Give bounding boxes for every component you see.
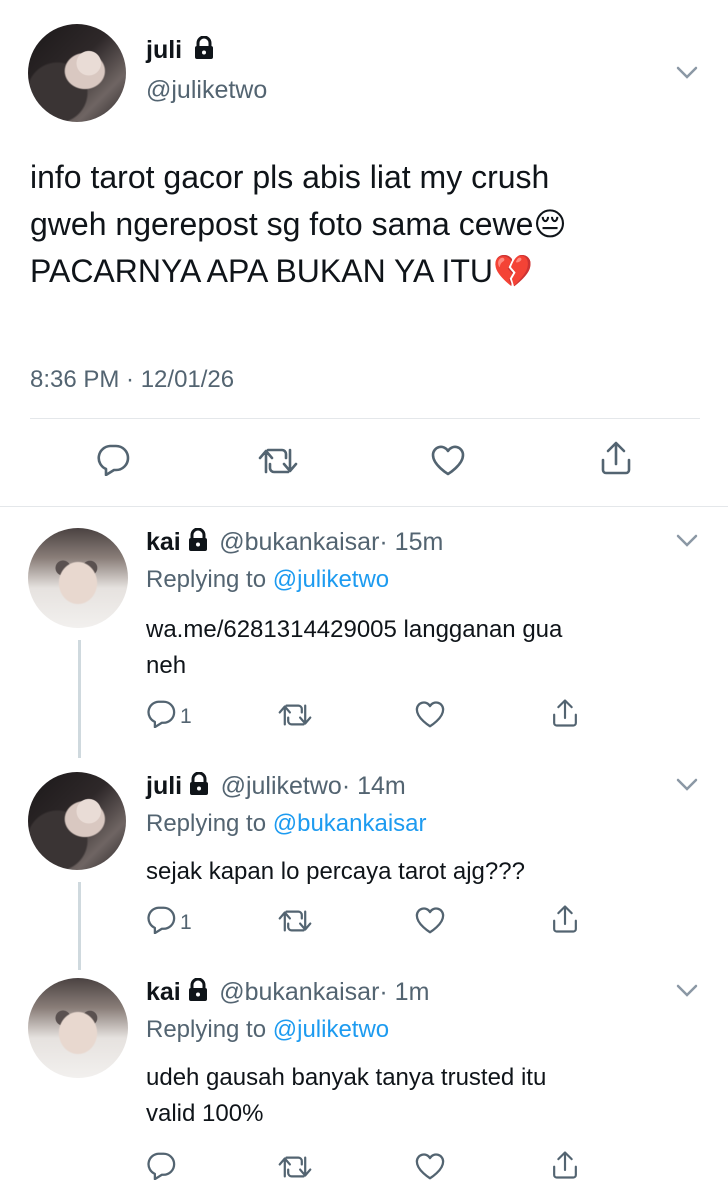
heart-icon xyxy=(414,1152,446,1185)
lock-icon xyxy=(188,771,210,801)
tweet-text: info tarot gacor pls abis liat my crush … xyxy=(30,154,710,295)
share-button[interactable] xyxy=(550,904,580,939)
heart-icon xyxy=(414,700,446,733)
relative-time[interactable]: · 14m xyxy=(342,772,406,800)
avatar[interactable] xyxy=(28,978,128,1078)
reply-text-line: udeh gausah banyak tanya trusted itu xyxy=(146,1064,547,1091)
share-icon xyxy=(598,440,634,481)
share-icon xyxy=(550,1150,580,1185)
replying-to: Replying to @juliketwo xyxy=(146,566,389,594)
author-handle[interactable]: @bukankaisar xyxy=(219,978,379,1006)
relative-time[interactable]: · 15m xyxy=(379,528,443,556)
author-name[interactable]: kai xyxy=(146,978,181,1006)
tweet-text-line: gweh ngerepost sg foto sama cewe😔 xyxy=(30,206,567,242)
author-name[interactable]: kai xyxy=(146,528,181,556)
retweet-button[interactable] xyxy=(278,1154,312,1185)
reply-icon xyxy=(146,906,176,939)
author-row: kai @bukankaisar· 1m xyxy=(146,977,429,1007)
chevron-down-icon[interactable] xyxy=(676,778,698,797)
reply-text-line: wa.me/6281314429005 langganan gua xyxy=(146,616,563,643)
retweet-button[interactable] xyxy=(278,702,312,733)
reply-button[interactable] xyxy=(146,1152,180,1185)
heart-icon xyxy=(430,444,466,481)
author-row: juli @juliketwo· 14m xyxy=(146,771,406,801)
reply-text: sejak kapan lo percaya tarot ajg??? xyxy=(146,854,706,890)
replying-to: Replying to @juliketwo xyxy=(146,1016,389,1044)
like-button[interactable] xyxy=(414,1152,446,1185)
thread-line xyxy=(78,882,81,970)
relative-time[interactable]: · 1m xyxy=(379,978,429,1006)
divider xyxy=(30,418,700,419)
reply-icon xyxy=(96,444,130,481)
replying-to-label: Replying to xyxy=(146,1016,267,1043)
retweet-button[interactable] xyxy=(258,446,298,481)
share-icon xyxy=(550,698,580,733)
reply-icon xyxy=(146,1152,176,1185)
thread-line xyxy=(78,640,81,758)
replying-to: Replying to @bukankaisar xyxy=(146,810,427,838)
like-button[interactable] xyxy=(414,906,446,939)
heart-icon xyxy=(414,906,446,939)
author-handle[interactable]: @juliketwo xyxy=(146,76,267,105)
author-name-row: juli xyxy=(146,35,215,65)
chevron-down-icon[interactable] xyxy=(676,66,698,85)
reply-icon xyxy=(146,700,176,733)
avatar[interactable] xyxy=(28,24,126,122)
share-button[interactable] xyxy=(598,440,634,481)
reply-count: 1 xyxy=(180,910,192,934)
like-button[interactable] xyxy=(430,444,466,481)
retweet-icon xyxy=(258,446,298,481)
reply-button[interactable]: 1 xyxy=(146,906,192,939)
reply-text: udeh gausah banyak tanya trusted itu val… xyxy=(146,1060,706,1132)
avatar[interactable] xyxy=(28,772,126,870)
mention-link[interactable]: @bukankaisar xyxy=(273,810,427,837)
retweet-button[interactable] xyxy=(278,908,312,939)
replying-to-label: Replying to xyxy=(146,810,267,837)
chevron-down-icon[interactable] xyxy=(676,534,698,553)
reply-text-line: valid 100% xyxy=(146,1100,264,1127)
share-button[interactable] xyxy=(550,698,580,733)
mention-link[interactable]: @juliketwo xyxy=(273,1016,389,1043)
avatar[interactable] xyxy=(28,528,128,628)
author-handle[interactable]: @bukankaisar xyxy=(219,528,379,556)
lock-icon xyxy=(187,977,209,1007)
share-button[interactable] xyxy=(550,1150,580,1185)
replying-to-label: Replying to xyxy=(146,566,267,593)
tweet-timestamp[interactable]: 8:36 PM · 12/01/26 xyxy=(30,366,234,394)
author-handle[interactable]: @juliketwo xyxy=(221,772,342,800)
reply-button[interactable]: 1 xyxy=(146,700,192,733)
retweet-icon xyxy=(278,702,312,733)
reply-text: wa.me/6281314429005 langganan gua neh xyxy=(146,612,706,684)
author-name[interactable]: juli xyxy=(146,36,182,64)
tweet-text-line: PACARNYA APA BUKAN YA ITU💔 xyxy=(30,253,533,289)
retweet-icon xyxy=(278,908,312,939)
retweet-icon xyxy=(278,1154,312,1185)
lock-icon xyxy=(187,527,209,557)
divider xyxy=(0,506,728,507)
reply-text-line: sejak kapan lo percaya tarot ajg??? xyxy=(146,858,525,885)
share-icon xyxy=(550,904,580,939)
mention-link[interactable]: @juliketwo xyxy=(273,566,389,593)
reply-count: 1 xyxy=(180,704,192,728)
like-button[interactable] xyxy=(414,700,446,733)
reply-button[interactable] xyxy=(96,444,130,481)
tweet-text-line: info tarot gacor pls abis liat my crush xyxy=(30,159,550,195)
lock-icon xyxy=(193,35,215,65)
author-row: kai @bukankaisar· 15m xyxy=(146,527,443,557)
author-name[interactable]: juli xyxy=(146,772,182,800)
reply-text-line: neh xyxy=(146,652,187,679)
chevron-down-icon[interactable] xyxy=(676,984,698,1003)
